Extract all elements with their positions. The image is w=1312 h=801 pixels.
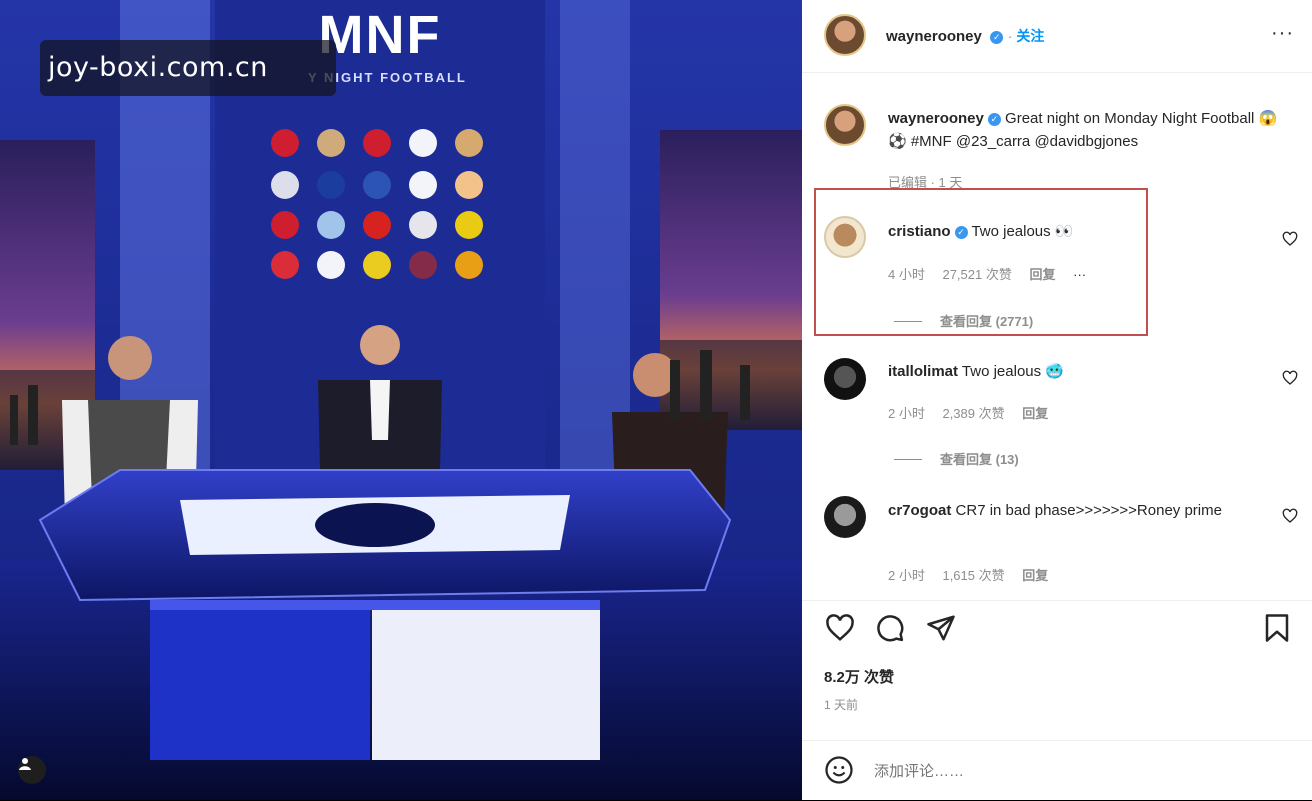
author-username[interactable]: waynerooney	[886, 28, 982, 45]
caption-author-avatar[interactable]	[824, 104, 866, 146]
share-send-icon[interactable]	[926, 613, 956, 643]
verified-badge-icon: ✓	[990, 31, 1004, 44]
post-like-count[interactable]: 8.2万 次赞	[824, 666, 894, 687]
like-heart-icon[interactable]	[824, 613, 856, 643]
comment-text: Two jealous 👀	[971, 223, 1074, 240]
action-bar	[802, 600, 1312, 657]
comment-username[interactable]: cristiano	[888, 223, 951, 240]
comment-reply-button[interactable]: 回复	[1022, 406, 1048, 421]
tagged-user-icon[interactable]	[18, 756, 46, 784]
add-comment-bar	[802, 740, 1312, 801]
author-avatar[interactable]	[824, 14, 866, 56]
watermark: joy-boxi.com.cn	[40, 40, 336, 96]
comment-username[interactable]: itallolimat	[888, 363, 958, 380]
divider-line	[894, 459, 922, 460]
verified-badge-icon: ✓	[954, 226, 968, 239]
comment-more-button[interactable]: ···	[1073, 267, 1086, 282]
comment-avatar[interactable]	[824, 358, 866, 400]
comment-like-heart-icon[interactable]	[1282, 370, 1298, 386]
add-comment-input[interactable]	[872, 757, 1276, 785]
comment-time: 2 小时	[888, 568, 925, 583]
more-options-icon[interactable]: ···	[1271, 22, 1294, 45]
comment-text: Two jealous 🥶	[961, 363, 1064, 380]
mnf-logo-subtitle: Y NIGHT FOOTBALL	[308, 70, 467, 85]
emoji-smiley-icon[interactable]	[824, 755, 854, 785]
save-bookmark-icon[interactable]	[1264, 613, 1290, 643]
view-replies-button[interactable]: 查看回复 (2771)	[940, 314, 1033, 329]
comment-time: 2 小时	[888, 406, 925, 421]
comment-like-count[interactable]: 1,615 次赞	[942, 568, 1004, 583]
comment-like-heart-icon[interactable]	[1282, 508, 1298, 524]
post-caption: waynerooney ✓ Great night on Monday Night…	[888, 107, 1288, 153]
comment-time: 4 小时	[888, 267, 925, 282]
comment-avatar[interactable]	[824, 216, 866, 258]
comment-username[interactable]: cr7ogoat	[888, 502, 951, 519]
post-time: 1 天前	[824, 698, 859, 712]
studio-scene-image	[0, 0, 802, 800]
comment-like-heart-icon[interactable]	[1282, 231, 1298, 247]
comment-like-count[interactable]: 27,521 次赞	[942, 267, 1011, 282]
comment-like-count[interactable]: 2,389 次赞	[942, 406, 1004, 421]
follow-button[interactable]: 关注	[1016, 28, 1044, 44]
comment-avatar[interactable]	[824, 496, 866, 538]
view-replies-button[interactable]: 查看回复 (13)	[940, 452, 1019, 467]
verified-badge-icon: ✓	[987, 113, 1001, 126]
post-side-panel: waynerooney ✓ · 关注 ··· waynerooney ✓ Grea…	[802, 0, 1312, 800]
comment-reply-button[interactable]: 回复	[1029, 267, 1055, 282]
comment-reply-button[interactable]: 回复	[1022, 568, 1048, 583]
comment-bubble-icon[interactable]	[874, 613, 906, 643]
caption-username[interactable]: waynerooney	[888, 110, 984, 127]
divider-line	[894, 321, 922, 322]
comment-text: CR7 in bad phase>>>>>>>Roney prime	[955, 502, 1222, 519]
post-header: waynerooney ✓ · 关注 ···	[802, 0, 1312, 73]
post-image: MNF Y NIGHT FOOTBALL joy-boxi.com.cn	[0, 0, 802, 800]
